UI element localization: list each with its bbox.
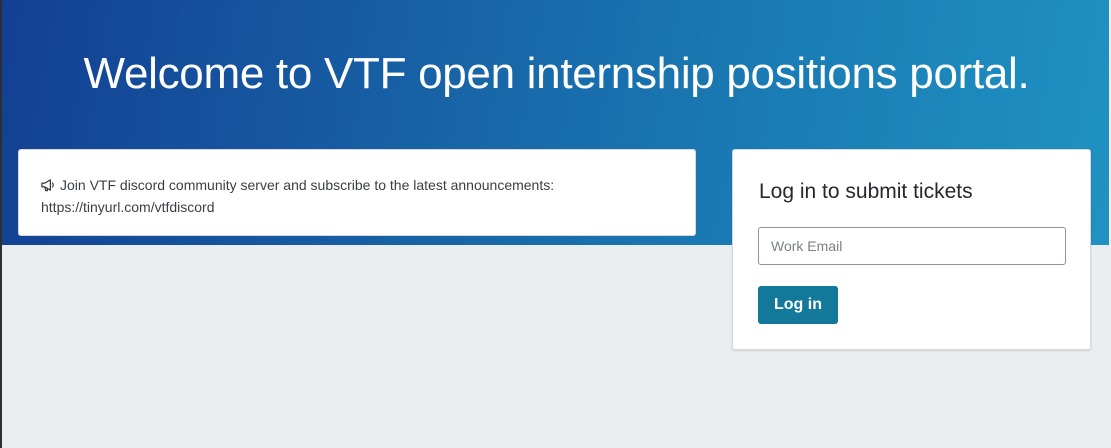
login-button[interactable]: Log in [758, 286, 838, 324]
announcement-text: Join VTF discord community server and su… [60, 177, 555, 193]
discord-link[interactable]: https://tinyurl.com/vtfdiscord [41, 196, 673, 218]
page: Welcome to VTF open internship positions… [0, 0, 1111, 448]
work-email-input[interactable] [758, 227, 1066, 265]
page-title: Welcome to VTF open internship positions… [83, 49, 1030, 98]
login-title: Log in to submit tickets [759, 180, 973, 203]
announcement-card: Join VTF discord community server and su… [18, 149, 696, 236]
megaphone-icon [41, 179, 54, 192]
announcement-line: Join VTF discord community server and su… [41, 174, 673, 196]
login-card: Log in to submit tickets Log in [732, 149, 1091, 350]
